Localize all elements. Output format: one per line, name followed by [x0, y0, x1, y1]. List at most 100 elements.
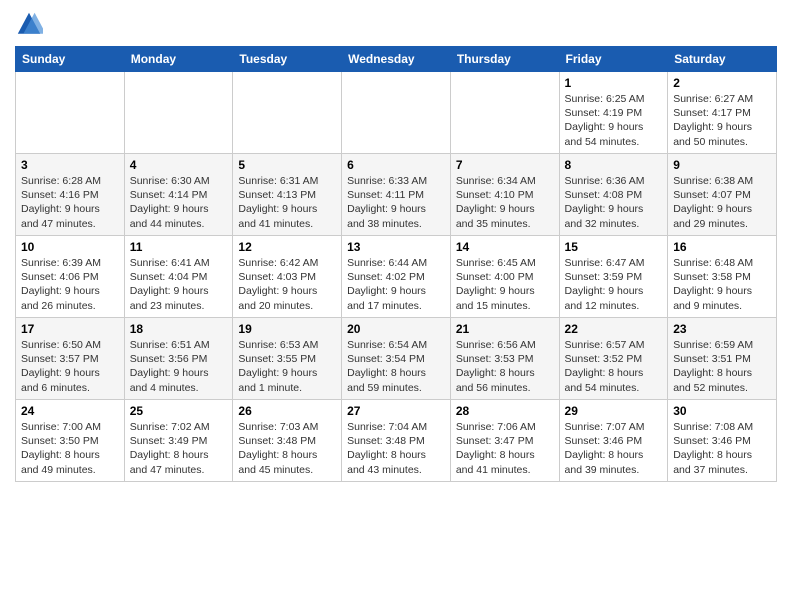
day-info: Sunrise: 6:45 AM Sunset: 4:00 PM Dayligh… [456, 256, 554, 313]
day-info: Sunrise: 6:59 AM Sunset: 3:51 PM Dayligh… [673, 338, 771, 395]
day-number: 26 [238, 404, 336, 418]
calendar-week-row: 10 Sunrise: 6:39 AM Sunset: 4:06 PM Dayli… [16, 236, 777, 318]
day-info: Sunrise: 7:08 AM Sunset: 3:46 PM Dayligh… [673, 420, 771, 477]
calendar-cell: 30 Sunrise: 7:08 AM Sunset: 3:46 PM Dayli… [668, 400, 777, 482]
calendar-cell: 8 Sunrise: 6:36 AM Sunset: 4:08 PM Daylig… [559, 154, 668, 236]
calendar-cell: 4 Sunrise: 6:30 AM Sunset: 4:14 PM Daylig… [124, 154, 233, 236]
calendar-week-row: 1 Sunrise: 6:25 AM Sunset: 4:19 PM Daylig… [16, 72, 777, 154]
day-number: 15 [565, 240, 663, 254]
calendar-cell: 15Sunrise: 6:47 AM Sunset: 3:59 PM Dayli… [559, 236, 668, 318]
day-number: 13 [347, 240, 445, 254]
day-number: 18 [130, 322, 228, 336]
page-header [15, 10, 777, 38]
day-info: Sunrise: 6:31 AM Sunset: 4:13 PM Dayligh… [238, 174, 336, 231]
page-container: SundayMondayTuesdayWednesdayThursdayFrid… [0, 0, 792, 612]
day-number: 11 [130, 240, 228, 254]
day-info: Sunrise: 6:54 AM Sunset: 3:54 PM Dayligh… [347, 338, 445, 395]
calendar-cell: 14 Sunrise: 6:45 AM Sunset: 4:00 PM Dayli… [450, 236, 559, 318]
calendar-cell: 12 Sunrise: 6:42 AM Sunset: 4:03 PM Dayli… [233, 236, 342, 318]
calendar-cell [16, 72, 125, 154]
calendar-table: SundayMondayTuesdayWednesdayThursdayFrid… [15, 46, 777, 482]
day-info: Sunrise: 7:06 AM Sunset: 3:47 PM Dayligh… [456, 420, 554, 477]
weekday-header: Tuesday [233, 47, 342, 72]
calendar-cell: 20 Sunrise: 6:54 AM Sunset: 3:54 PM Dayli… [342, 318, 451, 400]
day-number: 20 [347, 322, 445, 336]
day-info: Sunrise: 7:03 AM Sunset: 3:48 PM Dayligh… [238, 420, 336, 477]
day-number: 14 [456, 240, 554, 254]
day-number: 22 [565, 322, 663, 336]
calendar-cell: 17 Sunrise: 6:50 AM Sunset: 3:57 PM Dayli… [16, 318, 125, 400]
day-info: Sunrise: 7:02 AM Sunset: 3:49 PM Dayligh… [130, 420, 228, 477]
calendar-cell: 25Sunrise: 7:02 AM Sunset: 3:49 PM Dayli… [124, 400, 233, 482]
day-number: 10 [21, 240, 119, 254]
day-number: 3 [21, 158, 119, 172]
day-info: Sunrise: 6:53 AM Sunset: 3:55 PM Dayligh… [238, 338, 336, 395]
day-number: 1 [565, 76, 663, 90]
calendar-cell: 21 Sunrise: 6:56 AM Sunset: 3:53 PM Dayli… [450, 318, 559, 400]
day-number: 27 [347, 404, 445, 418]
day-info: Sunrise: 6:51 AM Sunset: 3:56 PM Dayligh… [130, 338, 228, 395]
day-info: Sunrise: 6:39 AM Sunset: 4:06 PM Dayligh… [21, 256, 119, 313]
calendar-week-row: 17 Sunrise: 6:50 AM Sunset: 3:57 PM Dayli… [16, 318, 777, 400]
day-info: Sunrise: 7:00 AM Sunset: 3:50 PM Dayligh… [21, 420, 119, 477]
calendar-week-row: 3Sunrise: 6:28 AM Sunset: 4:16 PM Daylig… [16, 154, 777, 236]
day-info: Sunrise: 6:33 AM Sunset: 4:11 PM Dayligh… [347, 174, 445, 231]
calendar-cell: 27 Sunrise: 7:04 AM Sunset: 3:48 PM Dayli… [342, 400, 451, 482]
day-info: Sunrise: 6:25 AM Sunset: 4:19 PM Dayligh… [565, 92, 663, 149]
calendar-cell: 16 Sunrise: 6:48 AM Sunset: 3:58 PM Dayli… [668, 236, 777, 318]
calendar-cell [342, 72, 451, 154]
day-info: Sunrise: 6:57 AM Sunset: 3:52 PM Dayligh… [565, 338, 663, 395]
calendar-cell: 29 Sunrise: 7:07 AM Sunset: 3:46 PM Dayli… [559, 400, 668, 482]
calendar-cell: 24Sunrise: 7:00 AM Sunset: 3:50 PM Dayli… [16, 400, 125, 482]
calendar-cell [450, 72, 559, 154]
day-number: 19 [238, 322, 336, 336]
day-number: 21 [456, 322, 554, 336]
calendar-cell: 6Sunrise: 6:33 AM Sunset: 4:11 PM Daylig… [342, 154, 451, 236]
day-info: Sunrise: 7:07 AM Sunset: 3:46 PM Dayligh… [565, 420, 663, 477]
day-number: 29 [565, 404, 663, 418]
calendar-cell: 5 Sunrise: 6:31 AM Sunset: 4:13 PM Daylig… [233, 154, 342, 236]
calendar-week-row: 24Sunrise: 7:00 AM Sunset: 3:50 PM Dayli… [16, 400, 777, 482]
weekday-header: Saturday [668, 47, 777, 72]
day-number: 5 [238, 158, 336, 172]
calendar-cell: 13Sunrise: 6:44 AM Sunset: 4:02 PM Dayli… [342, 236, 451, 318]
day-number: 12 [238, 240, 336, 254]
calendar-cell: 3Sunrise: 6:28 AM Sunset: 4:16 PM Daylig… [16, 154, 125, 236]
logo [15, 10, 47, 38]
calendar-header-row: SundayMondayTuesdayWednesdayThursdayFrid… [16, 47, 777, 72]
calendar-cell: 28 Sunrise: 7:06 AM Sunset: 3:47 PM Dayli… [450, 400, 559, 482]
day-number: 2 [673, 76, 771, 90]
calendar-cell: 23 Sunrise: 6:59 AM Sunset: 3:51 PM Dayli… [668, 318, 777, 400]
day-number: 28 [456, 404, 554, 418]
calendar-cell: 18 Sunrise: 6:51 AM Sunset: 3:56 PM Dayli… [124, 318, 233, 400]
day-info: Sunrise: 6:36 AM Sunset: 4:08 PM Dayligh… [565, 174, 663, 231]
day-number: 23 [673, 322, 771, 336]
day-info: Sunrise: 6:50 AM Sunset: 3:57 PM Dayligh… [21, 338, 119, 395]
calendar-cell [233, 72, 342, 154]
calendar-cell: 10 Sunrise: 6:39 AM Sunset: 4:06 PM Dayli… [16, 236, 125, 318]
calendar-cell: 26 Sunrise: 7:03 AM Sunset: 3:48 PM Dayli… [233, 400, 342, 482]
day-number: 9 [673, 158, 771, 172]
weekday-header: Sunday [16, 47, 125, 72]
weekday-header: Wednesday [342, 47, 451, 72]
day-info: Sunrise: 6:27 AM Sunset: 4:17 PM Dayligh… [673, 92, 771, 149]
day-number: 8 [565, 158, 663, 172]
weekday-header: Friday [559, 47, 668, 72]
day-number: 16 [673, 240, 771, 254]
logo-icon [15, 10, 43, 38]
day-number: 30 [673, 404, 771, 418]
weekday-header: Monday [124, 47, 233, 72]
day-info: Sunrise: 6:42 AM Sunset: 4:03 PM Dayligh… [238, 256, 336, 313]
day-info: Sunrise: 6:48 AM Sunset: 3:58 PM Dayligh… [673, 256, 771, 313]
calendar-cell: 9 Sunrise: 6:38 AM Sunset: 4:07 PM Daylig… [668, 154, 777, 236]
calendar-cell: 2 Sunrise: 6:27 AM Sunset: 4:17 PM Daylig… [668, 72, 777, 154]
day-number: 4 [130, 158, 228, 172]
day-number: 17 [21, 322, 119, 336]
calendar-cell: 7Sunrise: 6:34 AM Sunset: 4:10 PM Daylig… [450, 154, 559, 236]
day-info: Sunrise: 6:38 AM Sunset: 4:07 PM Dayligh… [673, 174, 771, 231]
day-info: Sunrise: 7:04 AM Sunset: 3:48 PM Dayligh… [347, 420, 445, 477]
day-info: Sunrise: 6:56 AM Sunset: 3:53 PM Dayligh… [456, 338, 554, 395]
calendar-cell: 11Sunrise: 6:41 AM Sunset: 4:04 PM Dayli… [124, 236, 233, 318]
day-number: 7 [456, 158, 554, 172]
day-info: Sunrise: 6:30 AM Sunset: 4:14 PM Dayligh… [130, 174, 228, 231]
